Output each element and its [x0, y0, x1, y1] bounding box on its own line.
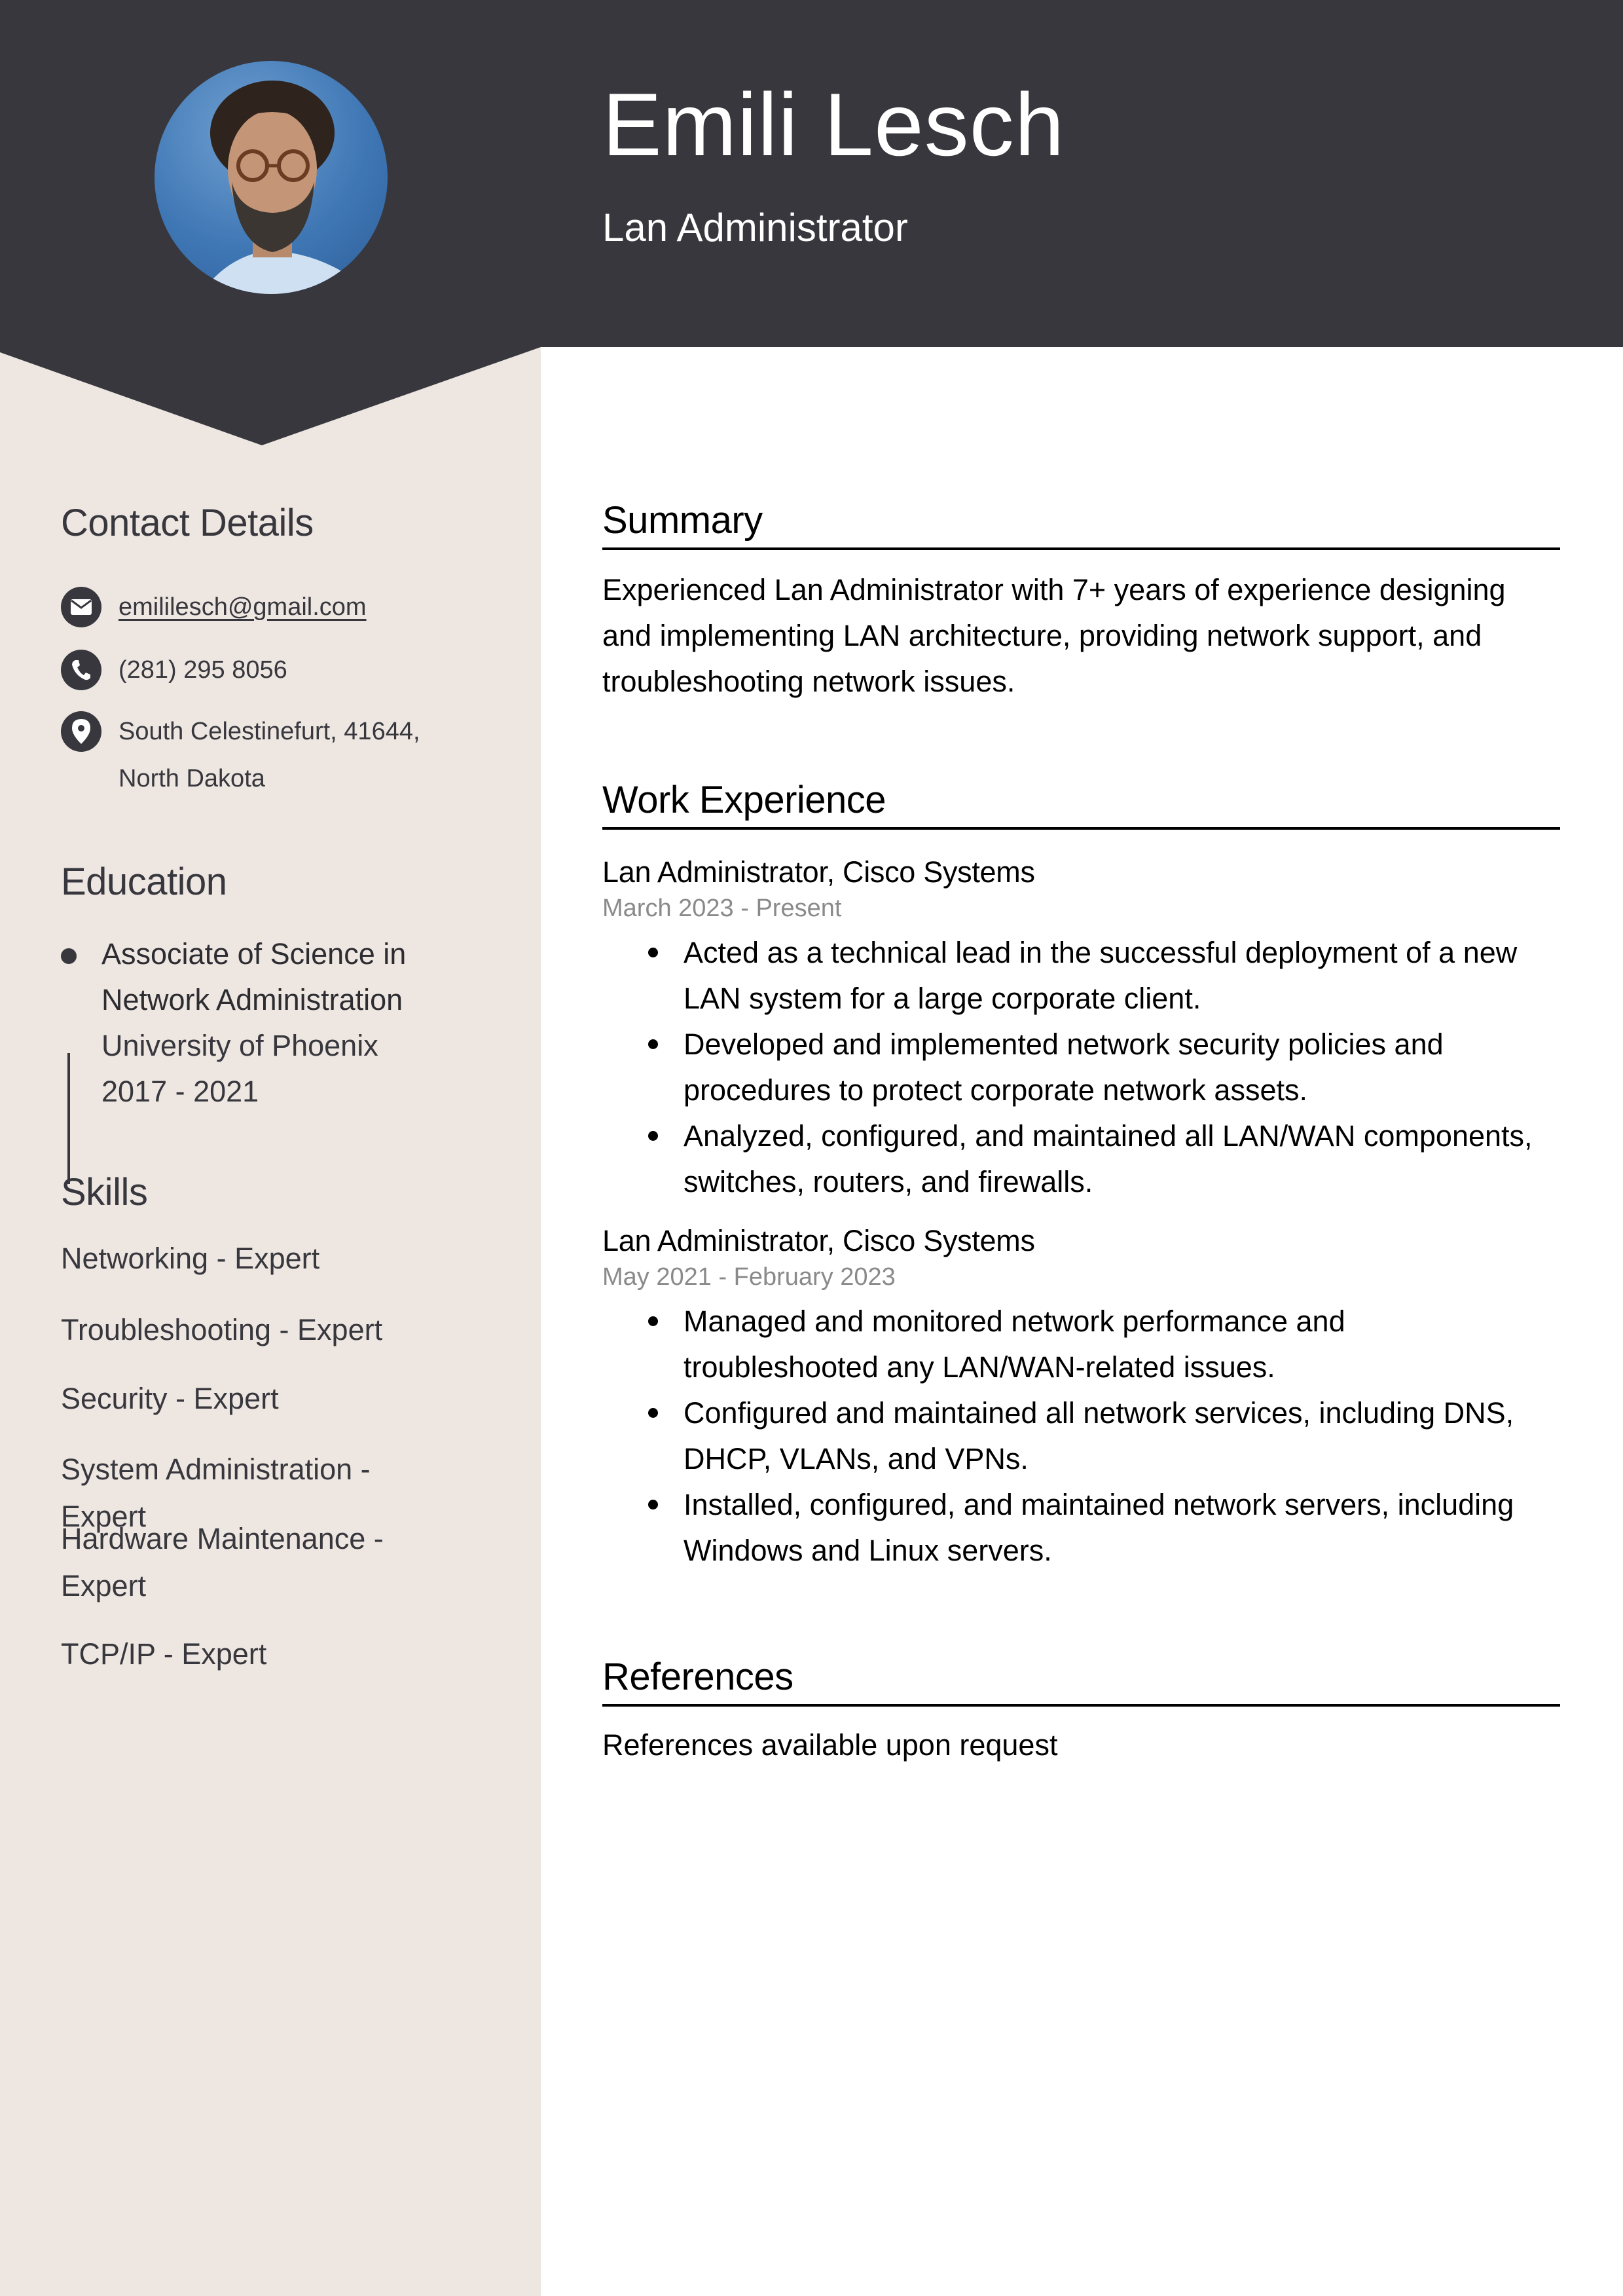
skill-item: Security - Expert	[61, 1382, 279, 1415]
job-title: Lan Administrator, Cisco Systems	[602, 1224, 1035, 1257]
skills-heading: Skills	[61, 1171, 148, 1213]
phone-number: (281) 295 8056	[119, 656, 287, 684]
contact-address: South Celestinefurt, 41644, North Dakota	[61, 711, 420, 802]
degree-line-2: Network Administration	[101, 983, 403, 1016]
skill-item-line-1: Hardware Maintenance -	[61, 1522, 384, 1555]
avatar	[155, 61, 388, 294]
candidate-job-title: Lan Administrator	[602, 206, 908, 250]
address: South Celestinefurt, 41644, North Dakota	[119, 708, 420, 802]
job-title: Lan Administrator, Cisco Systems	[602, 855, 1035, 889]
job-bullet: Analyzed, configured, and maintained all…	[602, 1113, 1560, 1205]
references-section: References References available upon req…	[602, 1658, 1560, 1768]
job-entry: Lan Administrator, Cisco Systems May 202…	[602, 1226, 1560, 1574]
contact-email: emililesch@gmail.com	[61, 587, 367, 631]
education-section: Education Associate of Science in Networ…	[61, 861, 493, 1184]
job-dates: May 2021 - February 2023	[602, 1263, 896, 1291]
job-bullet: Installed, configured, and maintained ne…	[602, 1482, 1560, 1574]
skills-section: Skills Networking - Expert Troubleshooti…	[61, 1171, 493, 1671]
summary-line: Experienced Lan Administrator with 7+ ye…	[602, 573, 1506, 606]
job-bullet: Managed and monitored network performanc…	[602, 1299, 1560, 1390]
education-heading: Education	[61, 861, 227, 903]
avatar-photo	[200, 81, 364, 294]
contact-section: Contact Details emililesch@gmail.com (28…	[61, 502, 493, 792]
education-years: 2017 - 2021	[101, 1075, 259, 1108]
job-bullet: Developed and implemented network securi…	[602, 1022, 1560, 1113]
degree-line-1: Associate of Science in	[101, 937, 407, 971]
school-name: University of Phoenix	[101, 1029, 378, 1062]
education-details: Associate of Science in Network Administ…	[101, 931, 494, 1115]
skill-item: TCP/IP - Expert	[61, 1637, 267, 1671]
envelope-icon	[61, 587, 101, 627]
timeline-dot	[61, 948, 77, 964]
experience-section: Work Experience Lan Administrator, Cisco…	[602, 781, 1560, 1574]
header-chevron	[0, 346, 541, 445]
summary-heading: Summary	[602, 502, 1560, 550]
references-text: References available upon request	[602, 1728, 1058, 1762]
email-link[interactable]: emililesch@gmail.com	[119, 583, 367, 631]
location-pin-icon	[61, 711, 101, 752]
summary-line: troubleshooting network issues.	[602, 665, 1015, 698]
job-bullet: Acted as a technical lead in the success…	[602, 930, 1560, 1022]
skill-item: Hardware Maintenance - Expert	[61, 1515, 454, 1610]
job-dates: March 2023 - Present	[602, 895, 842, 922]
summary-line: and implementing LAN architecture, provi…	[602, 619, 1482, 652]
address-line-1: South Celestinefurt, 41644,	[119, 718, 420, 745]
timeline-line	[67, 1053, 70, 1184]
address-line-2: North Dakota	[119, 765, 265, 792]
phone-icon	[61, 650, 101, 690]
job-bullet: Configured and maintained all network se…	[602, 1390, 1560, 1482]
job-bullets: Managed and monitored network performanc…	[602, 1299, 1560, 1574]
candidate-name: Emili Lesch	[602, 75, 1065, 174]
skill-item: Troubleshooting - Expert	[61, 1313, 383, 1346]
job-entry: Lan Administrator, Cisco Systems March 2…	[602, 857, 1560, 1205]
references-heading: References	[602, 1658, 1560, 1707]
job-bullets: Acted as a technical lead in the success…	[602, 930, 1560, 1205]
contact-phone: (281) 295 8056	[61, 650, 287, 694]
summary-text: Experienced Lan Administrator with 7+ ye…	[602, 567, 1560, 705]
summary-section: Summary Experienced Lan Administrator wi…	[602, 502, 1560, 705]
experience-heading: Work Experience	[602, 781, 1560, 830]
skill-item-line-2: Expert	[61, 1569, 147, 1602]
skill-item: Networking - Expert	[61, 1242, 320, 1275]
contact-heading: Contact Details	[61, 502, 314, 544]
